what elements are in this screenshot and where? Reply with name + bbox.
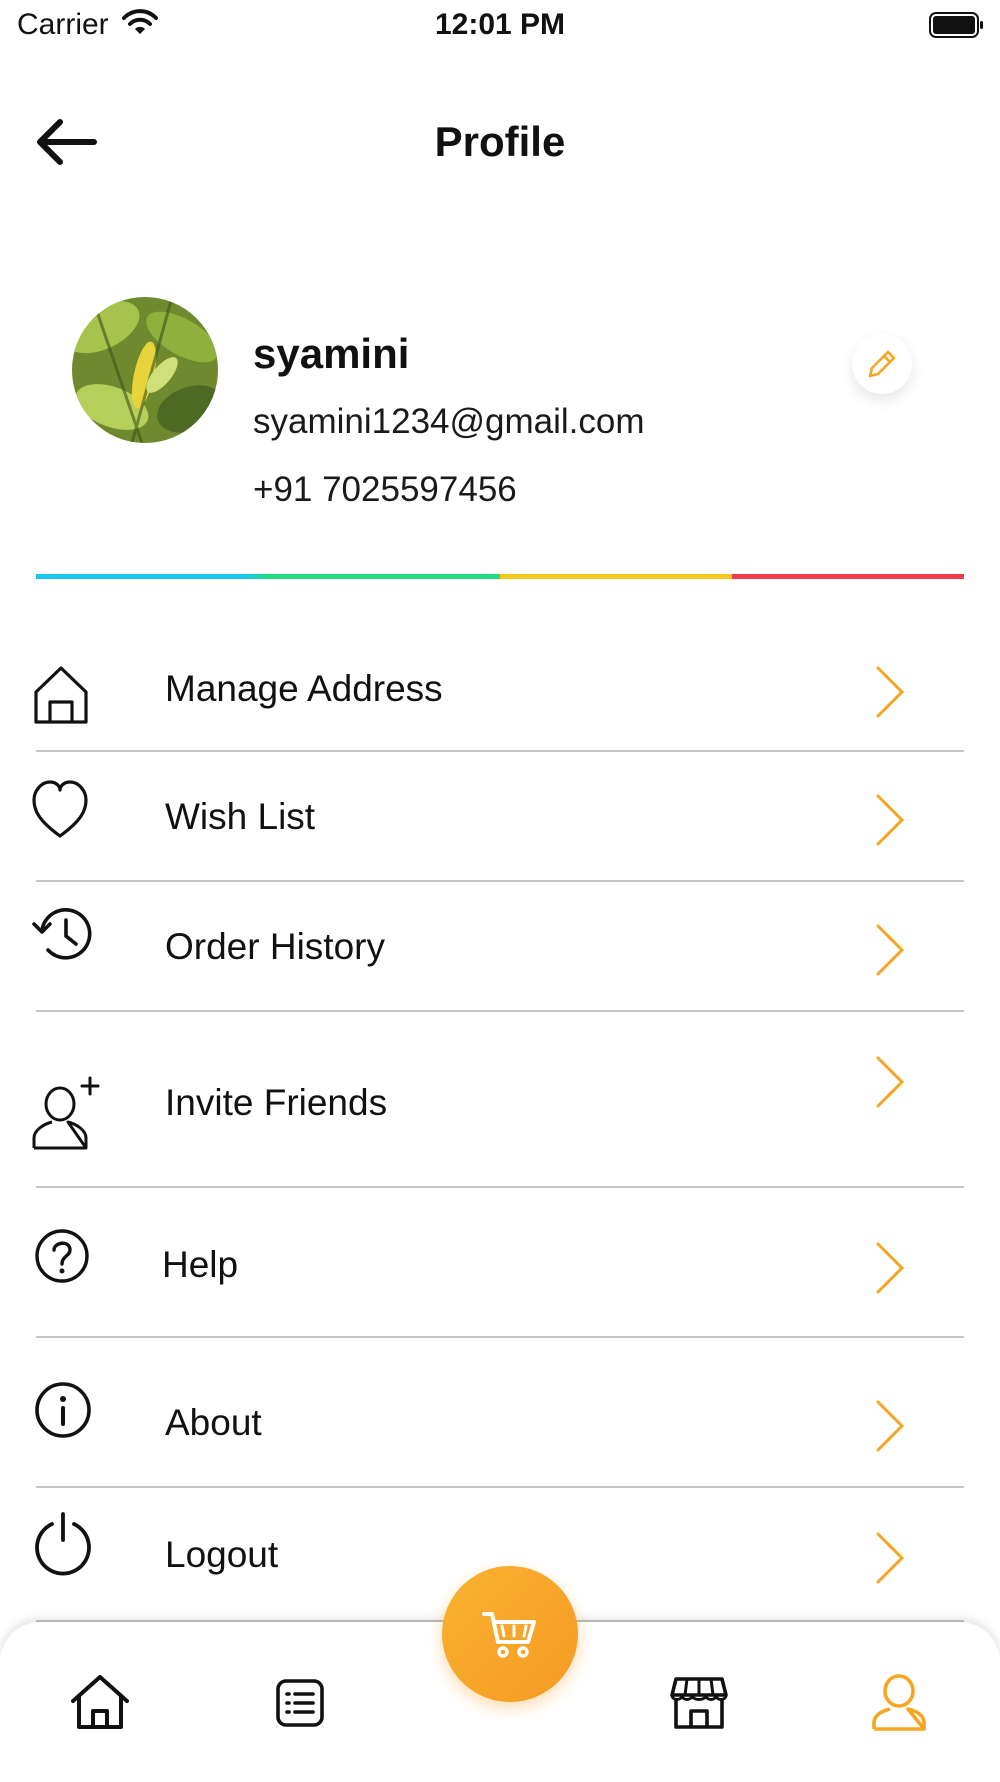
menu-item-help[interactable]: Help [0,1190,1000,1338]
menu-label-logout: Logout [165,1534,279,1575]
add-user-icon [32,1076,100,1150]
list-icon [276,1679,324,1727]
power-icon [35,1512,91,1576]
divider [36,1186,964,1188]
profile-icon [872,1674,926,1731]
edit-profile-button[interactable] [852,334,912,394]
user-phone: +91 7025597456 [253,470,517,509]
menu-label-about: About [165,1402,262,1443]
user-email: syamini1234@gmail.com [253,402,645,441]
pencil-icon [868,350,896,378]
cart-button[interactable] [442,1566,578,1702]
nav-home-button[interactable] [65,1667,135,1737]
chevron-right-icon [876,1400,905,1452]
store-icon [670,1677,728,1729]
chevron-right-icon [876,1056,905,1108]
menu-item-manage-address[interactable]: Manage Address [0,640,1000,752]
accent-color-bar [36,574,964,579]
avatar-photo [72,297,218,443]
battery-icon [929,12,983,38]
menu-item-wish-list[interactable]: Wish List [0,754,1000,882]
history-icon [32,908,92,960]
cart-icon [482,1612,536,1658]
divider [36,750,964,752]
divider [36,1336,964,1338]
nav-profile-button[interactable] [864,1667,934,1737]
avatar [72,297,218,443]
clock-time: 12:01 PM [434,8,566,41]
home-icon [71,1675,129,1729]
menu-item-invite-friends[interactable]: Invite Friends [0,1014,1000,1188]
menu-label-order-history: Order History [165,926,385,967]
menu-label-manage-address: Manage Address [165,668,443,709]
status-bar: Carrier 12:01 PM [0,0,1000,52]
chevron-right-icon [876,1242,905,1294]
menu-label-invite-friends: Invite Friends [165,1082,388,1123]
heart-icon [32,780,88,838]
help-icon [35,1229,89,1283]
user-name: syamini [253,330,410,377]
page-title: Profile [434,118,566,165]
chevron-right-icon [876,666,905,718]
menu-label-wish-list: Wish List [165,796,316,837]
menu-item-about[interactable]: About [0,1340,1000,1488]
home-icon [34,666,88,724]
menu-label-help: Help [162,1244,239,1285]
menu-item-order-history[interactable]: Order History [0,884,1000,1012]
divider [36,1010,964,1012]
chevron-right-icon [876,924,905,976]
chevron-right-icon [876,794,905,846]
nav-list-button[interactable] [265,1667,335,1737]
info-icon [35,1382,91,1438]
nav-store-button[interactable] [664,1667,734,1737]
chevron-right-icon [876,1532,905,1584]
divider [36,880,964,882]
divider [36,1486,964,1488]
